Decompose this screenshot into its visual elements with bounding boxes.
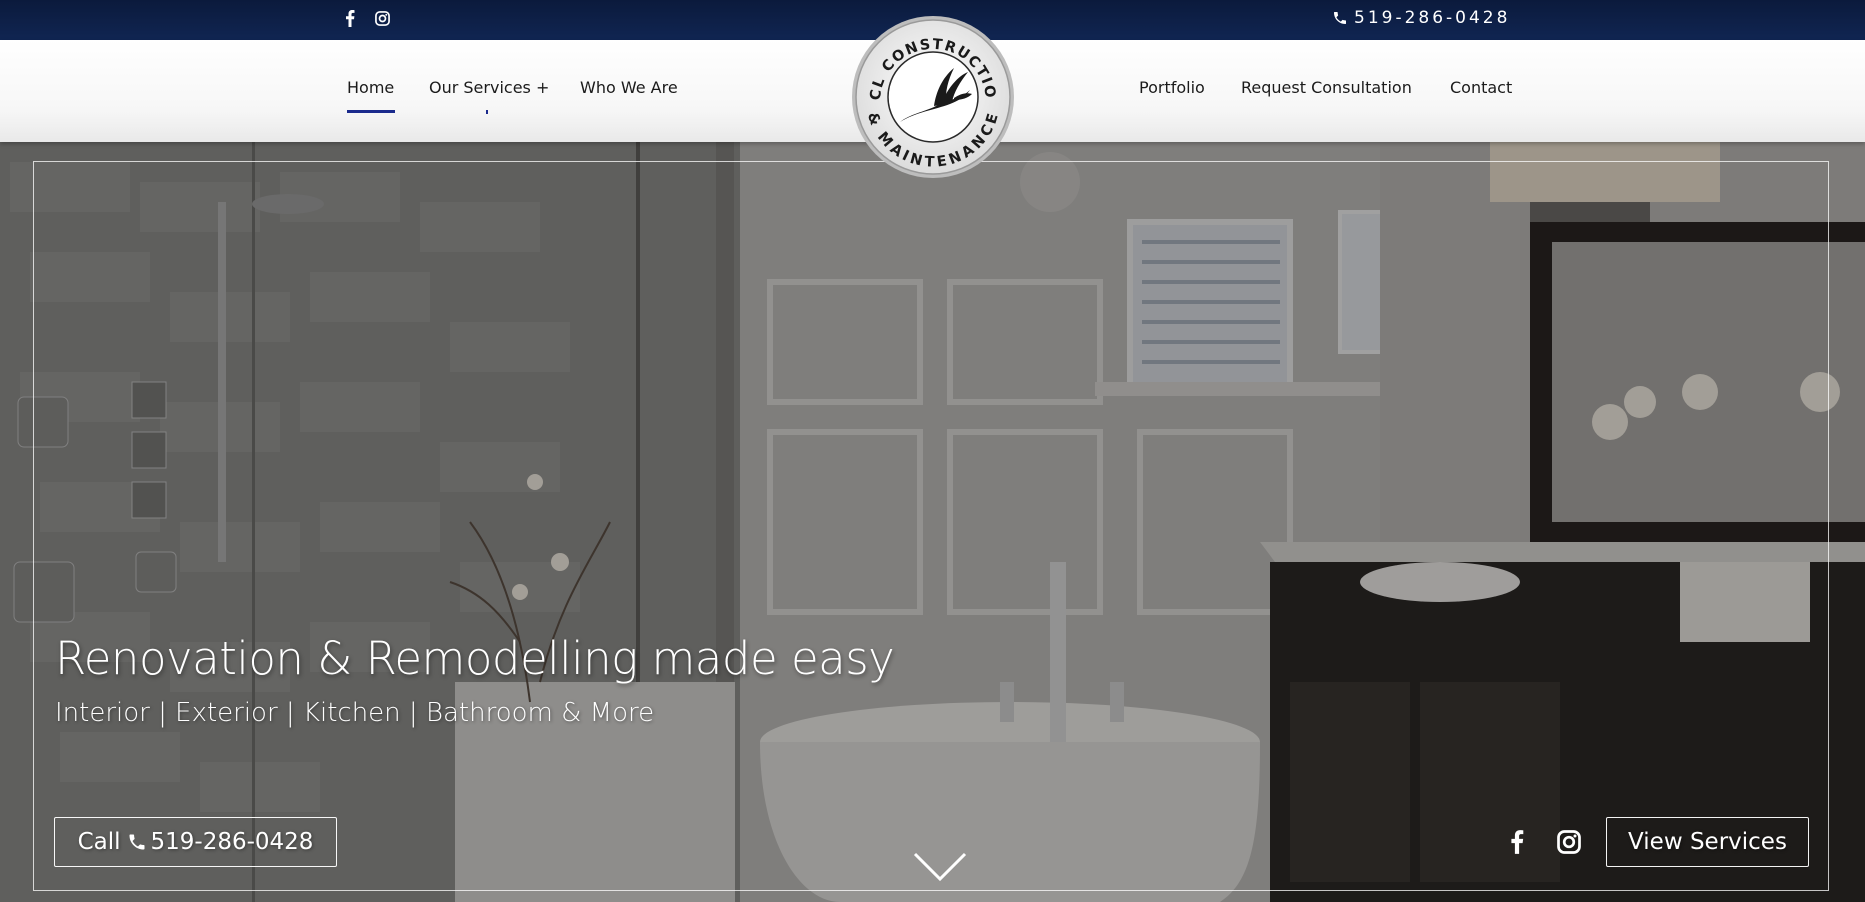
hero-title: Renovation & Remodelling made easy	[55, 632, 895, 685]
nav-contact[interactable]: Contact	[1450, 78, 1512, 102]
active-nav-indicator	[347, 110, 395, 113]
nav-who-we-are[interactable]: Who We Are	[580, 78, 678, 102]
instagram-icon[interactable]	[1555, 828, 1583, 856]
view-services-button[interactable]: View Services	[1606, 817, 1809, 867]
facebook-icon[interactable]	[340, 8, 360, 28]
call-button[interactable]: Call 519-286-0428	[54, 817, 337, 867]
services-dropdown-indicator	[486, 110, 488, 114]
phone-icon	[129, 834, 144, 850]
topbar-phone-number: 519-286-0428	[1354, 8, 1511, 28]
hero-frame	[33, 161, 1829, 891]
nav-our-services[interactable]: Our Services +	[429, 78, 549, 102]
facebook-icon[interactable]	[1503, 828, 1531, 856]
instagram-icon[interactable]	[372, 8, 392, 28]
hero-subtitle: Interior | Exterior | Kitchen | Bathroom…	[55, 698, 655, 728]
site-logo[interactable]: ACL CONSTRUCTION & MAINTENANCE	[843, 2, 1016, 180]
hero-section: Renovation & Remodelling made easy Inter…	[0, 142, 1865, 902]
topbar-phone[interactable]: 519-286-0428	[1332, 6, 1510, 30]
nav-home[interactable]: Home	[347, 78, 394, 102]
phone-icon	[1334, 12, 1346, 24]
call-label: Call	[77, 829, 121, 855]
call-phone-number: 519-286-0428	[150, 829, 314, 855]
chevron-down-icon[interactable]	[912, 851, 968, 883]
nav-request-consultation[interactable]: Request Consultation	[1241, 78, 1412, 102]
nav-portfolio[interactable]: Portfolio	[1139, 78, 1205, 102]
